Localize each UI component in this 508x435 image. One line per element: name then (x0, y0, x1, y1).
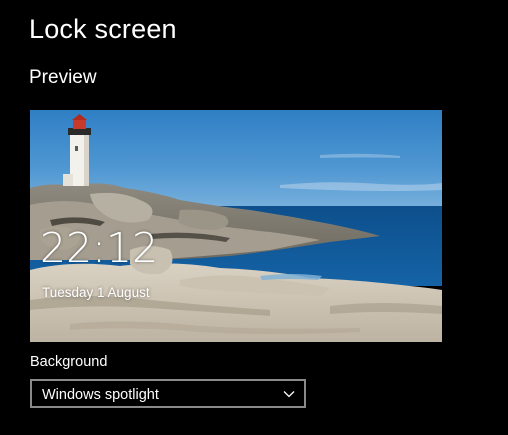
lock-screen-preview: 22:12 Tuesday 1 August (30, 110, 442, 342)
page-title: Lock screen (29, 14, 177, 44)
preview-heading: Preview (29, 67, 97, 88)
lock-screen-settings-page: Lock screen Preview 22:12 Tuesday 1 Augu… (0, 0, 508, 435)
lock-screen-time: 22:12 (40, 224, 159, 272)
chevron-down-icon (283, 391, 295, 398)
lock-screen-date: Tuesday 1 August (42, 285, 150, 300)
background-dropdown-value: Windows spotlight (42, 387, 159, 403)
background-dropdown[interactable]: Windows spotlight (30, 379, 306, 408)
background-label: Background (30, 354, 108, 370)
